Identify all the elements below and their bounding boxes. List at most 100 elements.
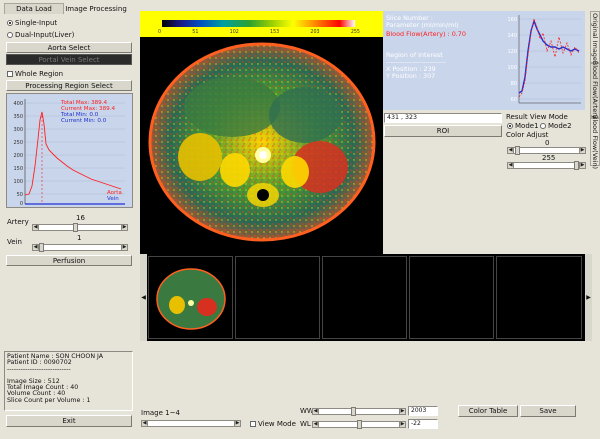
tab-original-image[interactable]: Original Image bbox=[590, 11, 600, 63]
tab-blood-flow-artery-label: Blood Flow(Artery) bbox=[591, 60, 599, 121]
tab-blood-flow-vein-label: Blood Flow(Vein) bbox=[591, 114, 599, 170]
tab-blood-flow-artery[interactable]: Blood Flow(Artery) bbox=[590, 60, 600, 121]
aorta-select-button[interactable]: Aorta Select bbox=[6, 42, 132, 53]
y-position: Y Position : 307 bbox=[386, 72, 436, 80]
wl-slider[interactable]: ◀ ▶ bbox=[312, 420, 406, 429]
exit-label: Exit bbox=[62, 417, 76, 425]
perfusion-button[interactable]: Perfusion bbox=[6, 255, 132, 266]
tab-image-processing[interactable]: Image Processing bbox=[64, 3, 128, 14]
thumbnail-slot-5[interactable] bbox=[496, 256, 582, 339]
slider-thumb[interactable] bbox=[515, 146, 520, 155]
slice-count-per-volume: Slice Count per Volume : 1 bbox=[7, 396, 91, 404]
portal-vein-select-label: Portal Vein Select bbox=[38, 55, 100, 64]
view-mode-label: View Mode bbox=[258, 420, 296, 428]
mini-y-tick: 80 bbox=[511, 81, 517, 87]
colorbar-tick: 255 bbox=[350, 30, 360, 35]
y-tick: 350 bbox=[13, 114, 23, 120]
legend-current-min: Current Min: 0.0 bbox=[61, 118, 107, 124]
image-range-slider[interactable]: ◀ ▶ bbox=[141, 420, 241, 427]
vein-value: 1 bbox=[77, 234, 82, 242]
coordinate-text: 431 , 323 bbox=[387, 114, 418, 121]
tab-image-processing-label: Image Processing bbox=[65, 4, 127, 13]
exit-button[interactable]: Exit bbox=[6, 415, 132, 427]
color-adjust-max-value: 255 bbox=[542, 154, 556, 162]
slider-right-arrow-icon[interactable]: ▶ bbox=[579, 147, 586, 154]
time-intensity-plot: Total Max: 389.4 Current Max: 389.4 Tota… bbox=[13, 99, 125, 207]
mini-y-tick: 60 bbox=[511, 97, 517, 103]
slider-thumb[interactable] bbox=[39, 243, 44, 252]
tab-data-load-label: Data Load bbox=[16, 5, 52, 13]
slider-left-arrow-icon[interactable]: ◀ bbox=[32, 244, 39, 251]
wl-label: WL bbox=[300, 420, 311, 428]
y-tick: 100 bbox=[13, 179, 23, 185]
thumbnail-scroll-left-icon[interactable]: ◀ bbox=[140, 254, 147, 341]
perfusion-label: Perfusion bbox=[52, 256, 86, 265]
processing-region-select-label: Processing Region Select bbox=[25, 81, 113, 90]
checkbox-icon bbox=[7, 71, 13, 77]
thumbnail-slot-2[interactable] bbox=[235, 256, 320, 339]
wl-value-field[interactable]: -22 bbox=[408, 419, 438, 429]
colorbar-ticks: 0 51 102 153 203 255 bbox=[158, 30, 360, 36]
y-tick: 400 bbox=[13, 101, 23, 107]
mode2-radio[interactable]: Mode2 bbox=[540, 122, 572, 130]
slider-thumb[interactable] bbox=[73, 223, 78, 232]
slider-left-arrow-icon[interactable]: ◀ bbox=[507, 147, 514, 154]
series-label-vein: Vein bbox=[107, 196, 119, 202]
thumbnail-slot-3[interactable] bbox=[322, 256, 407, 339]
tab-blood-flow-vein[interactable]: Blood Flow(Vein) bbox=[590, 114, 600, 170]
mode2-label: Mode2 bbox=[548, 122, 572, 130]
tab-data-load[interactable]: Data Load bbox=[4, 3, 64, 14]
thumbnail-scroll-right-icon[interactable]: ▶ bbox=[585, 254, 592, 341]
slider-left-arrow-icon[interactable]: ◀ bbox=[507, 162, 514, 169]
slider-left-arrow-icon[interactable]: ◀ bbox=[312, 421, 319, 428]
save-label: Save bbox=[539, 407, 557, 415]
wl-value: -22 bbox=[411, 420, 421, 427]
image-range-label: Image 1~4 bbox=[141, 409, 180, 417]
view-mode-checkbox[interactable]: View Mode bbox=[250, 420, 296, 428]
mini-y-tick: 100 bbox=[507, 65, 517, 71]
ww-value: 2003 bbox=[411, 407, 427, 414]
color-adjust-min-slider[interactable]: ◀ ▶ bbox=[507, 146, 586, 155]
artery-slider[interactable]: ◀ ▶ bbox=[32, 223, 128, 232]
mode1-radio[interactable]: Mode1 bbox=[507, 122, 539, 130]
thumbnail-slot-4[interactable] bbox=[409, 256, 494, 339]
slider-left-arrow-icon[interactable]: ◀ bbox=[141, 420, 148, 427]
colorbar-tick: 0 bbox=[158, 30, 162, 35]
slider-right-arrow-icon[interactable]: ▶ bbox=[579, 162, 586, 169]
color-table-button[interactable]: Color Table bbox=[458, 405, 518, 417]
slider-thumb[interactable] bbox=[357, 420, 362, 429]
radio-icon bbox=[7, 20, 13, 26]
thumbnail-strip[interactable]: ◀ ▶ bbox=[140, 254, 592, 341]
vein-slider[interactable]: ◀ ▶ bbox=[32, 243, 128, 252]
dual-input-label: Dual-Input(Liver) bbox=[15, 31, 75, 39]
ww-slider[interactable]: ◀ ▶ bbox=[312, 407, 406, 416]
thumbnail-slot-1[interactable] bbox=[148, 256, 233, 339]
dual-input-radio[interactable]: Dual-Input(Liver) bbox=[7, 31, 74, 39]
color-adjust-max-slider[interactable]: ◀ ▶ bbox=[507, 161, 586, 170]
roi-button[interactable]: ROI bbox=[384, 125, 502, 137]
save-button[interactable]: Save bbox=[520, 405, 576, 417]
processing-region-select-button[interactable]: Processing Region Select bbox=[6, 80, 132, 91]
ct-perfusion-image bbox=[148, 42, 376, 242]
parameter-info-panel: Slice Number : Parameter (ml/min/ml) Blo… bbox=[383, 11, 503, 110]
mode1-label: Mode1 bbox=[515, 122, 539, 130]
portal-vein-select-button[interactable]: Portal Vein Select bbox=[6, 54, 132, 65]
slider-right-arrow-icon[interactable]: ▶ bbox=[121, 224, 128, 231]
slider-thumb[interactable] bbox=[351, 407, 356, 416]
y-tick: 200 bbox=[13, 153, 23, 159]
colorbar-gradient bbox=[162, 20, 355, 27]
slider-right-arrow-icon[interactable]: ▶ bbox=[399, 408, 406, 415]
mini-y-tick: 160 bbox=[507, 17, 517, 23]
main-ct-viewer[interactable]: 0 51 102 153 203 255 bbox=[140, 11, 383, 254]
slider-left-arrow-icon[interactable]: ◀ bbox=[312, 408, 319, 415]
single-input-radio[interactable]: Single-Input bbox=[7, 19, 57, 27]
color-adjust-min-value: 0 bbox=[545, 139, 550, 147]
colorbar-tick: 153 bbox=[270, 30, 280, 35]
slider-right-arrow-icon[interactable]: ▶ bbox=[121, 244, 128, 251]
whole-region-checkbox[interactable]: Whole Region bbox=[7, 70, 63, 78]
colorbar-tick: 102 bbox=[229, 30, 239, 35]
slider-right-arrow-icon[interactable]: ▶ bbox=[234, 420, 241, 427]
slider-right-arrow-icon[interactable]: ▶ bbox=[399, 421, 406, 428]
slider-left-arrow-icon[interactable]: ◀ bbox=[32, 224, 39, 231]
ww-value-field[interactable]: 2003 bbox=[408, 406, 438, 416]
